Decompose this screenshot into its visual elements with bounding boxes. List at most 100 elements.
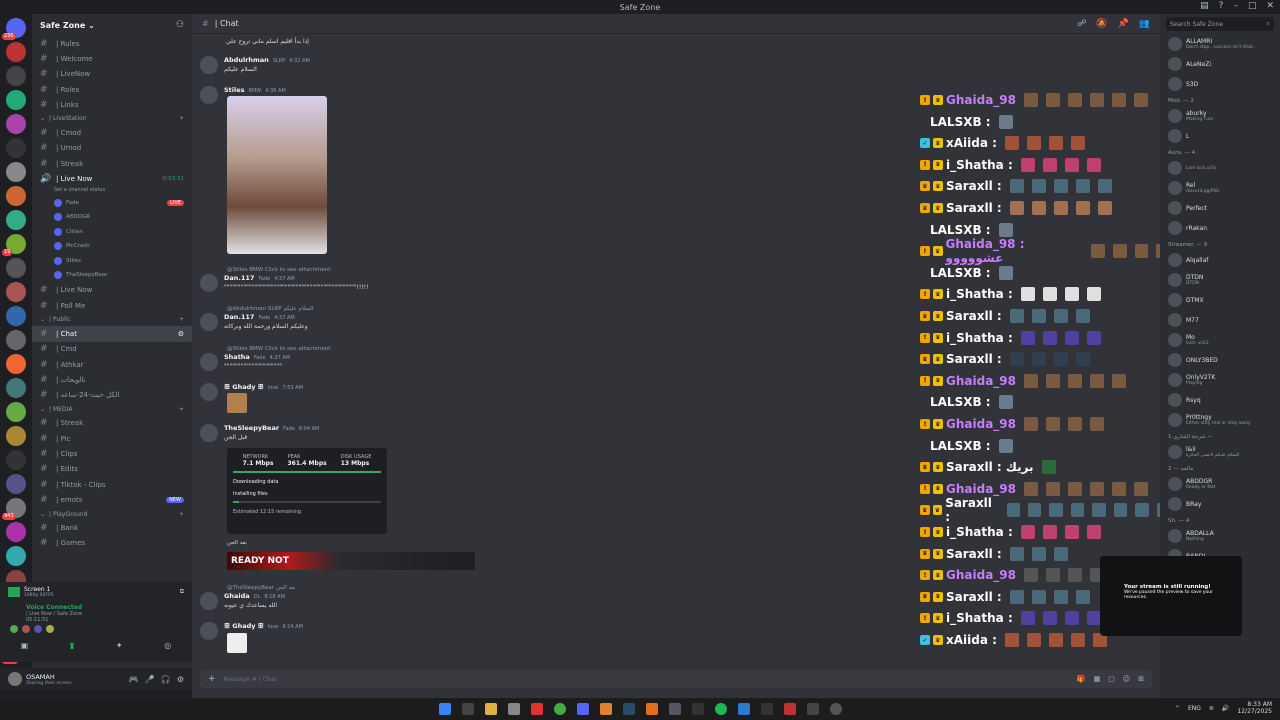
channel-status[interactable]: Set a channel status: [32, 187, 192, 196]
author-name[interactable]: Stiles: [224, 86, 245, 94]
server-icon[interactable]: [6, 378, 26, 398]
sticker-image[interactable]: [227, 393, 247, 413]
channel-item[interactable]: # | الكل حيث-24-ساعه: [32, 387, 192, 402]
member-item[interactable]: DTDN DTDN: [1160, 270, 1280, 290]
share-screen-icon[interactable]: ▮: [70, 641, 74, 650]
camera-icon[interactable]: ▣: [21, 641, 29, 650]
gif-icon[interactable]: ▦: [1094, 675, 1101, 683]
avatar[interactable]: [10, 625, 18, 633]
author-name[interactable]: TheSleepyBear: [224, 424, 279, 432]
language-indicator[interactable]: ENG: [1188, 705, 1201, 712]
members-icon[interactable]: 👥: [1139, 19, 1150, 29]
member-item[interactable]: Live kick.s/3s: [1160, 158, 1280, 178]
server-icon[interactable]: [6, 114, 26, 134]
minimize-icon[interactable]: –: [1233, 1, 1238, 11]
channel-item[interactable]: # | Welcome: [32, 51, 192, 66]
channel-item[interactable]: # | Roles: [32, 82, 192, 97]
reply-preview[interactable]: @Stiles BMW Click to see attachment: [227, 346, 330, 352]
download-card[interactable]: NETWORK 7.1 Mbps PEAK 361.4 Mbps DISK USAG…: [227, 448, 387, 534]
author-name[interactable]: ꕥ Ghady ꕥ: [224, 622, 264, 630]
message-input[interactable]: Message # | Chat: [224, 676, 277, 683]
close-icon[interactable]: ✕: [1266, 1, 1274, 11]
sticker-image[interactable]: [227, 633, 247, 653]
channel-item[interactable]: # | Athkar: [32, 357, 192, 372]
search-input[interactable]: Search Safe Zone ⌕: [1166, 17, 1274, 31]
message-composer[interactable]: + Message # | Chat 🎁 ▦ ▢ ☺ ⊞: [200, 670, 1152, 688]
member-item[interactable]: ABDALLA Nothing: [1160, 526, 1280, 546]
channel-item[interactable]: # | Rules: [32, 36, 192, 51]
server-icon[interactable]: [6, 474, 26, 494]
soundboard-icon[interactable]: ◎: [164, 641, 171, 650]
avatar[interactable]: [200, 313, 218, 331]
stream-paused-toast[interactable]: Your stream is still running! We've paus…: [1100, 556, 1242, 636]
channel-item[interactable]: # | Live Now: [32, 283, 192, 298]
server-icon[interactable]: [6, 210, 26, 230]
member-item[interactable]: ALLAMRI Don't stop.. success isn't that..…: [1160, 34, 1280, 54]
avatar[interactable]: [200, 592, 218, 610]
app-icon[interactable]: [737, 703, 750, 715]
server-icon[interactable]: [6, 522, 26, 542]
member-item[interactable]: S3D: [1160, 74, 1280, 94]
channel-item[interactable]: # | Links: [32, 97, 192, 112]
author-name[interactable]: Abdulrhman: [224, 56, 269, 64]
folder-icon[interactable]: [484, 703, 497, 715]
steam-icon[interactable]: [622, 703, 635, 715]
server-icon[interactable]: [6, 354, 26, 374]
server-icon[interactable]: [6, 546, 26, 566]
app-icon[interactable]: [668, 703, 681, 715]
member-item[interactable]: Pr0ttngy Either stay real or stay away: [1160, 410, 1280, 430]
server-icon[interactable]: [6, 258, 26, 278]
channel-item[interactable]: # | emots NEW: [32, 492, 192, 507]
server-icon[interactable]: [6, 90, 26, 110]
gift-icon[interactable]: 🎁: [1077, 675, 1086, 683]
start-icon[interactable]: [438, 703, 451, 715]
server-icon[interactable]: [6, 162, 26, 182]
add-user-icon[interactable]: ⚇: [176, 20, 184, 30]
apps-icon[interactable]: ⊞: [1138, 675, 1144, 683]
member-item[interactable]: Perfect: [1160, 198, 1280, 218]
add-attachment-icon[interactable]: +: [208, 674, 216, 684]
author-name[interactable]: Dan.117: [224, 274, 254, 282]
maximize-icon[interactable]: □: [1248, 1, 1257, 11]
member-item[interactable]: Rel discord.gg/MiU: [1160, 178, 1280, 198]
avatar[interactable]: [8, 672, 22, 686]
voice-user[interactable]: ABDDGR: [32, 210, 192, 225]
voice-channel-live-now[interactable]: 🔊 | Live Now 0:53:31: [32, 171, 192, 186]
category-livestation[interactable]: ⌄ | LiveStation +: [32, 112, 192, 125]
member-item[interactable]: ONLY3BED: [1160, 350, 1280, 370]
add-channel-icon[interactable]: +: [179, 316, 184, 323]
emoji-icon[interactable]: ☺: [1123, 675, 1130, 683]
avatar[interactable]: [200, 274, 218, 292]
popout-icon[interactable]: ⧉: [180, 588, 184, 596]
member-item[interactable]: aburky Making Fum: [1160, 106, 1280, 126]
voice-user[interactable]: Cliilan: [32, 225, 192, 240]
channel-item[interactable]: # | Streak: [32, 156, 192, 171]
reply-preview[interactable]: @Stiles BMW Click to see attachment: [227, 267, 330, 273]
spotify-icon[interactable]: [714, 703, 727, 715]
app-icon[interactable]: [829, 703, 842, 715]
app-icon[interactable]: [507, 703, 520, 715]
channel-item[interactable]: # | تالويحات: [32, 372, 192, 387]
voice-user[interactable]: Stiles: [32, 254, 192, 269]
channel-item[interactable]: # | Tiktok - Clips: [32, 477, 192, 492]
mute-icon[interactable]: 🔕: [1096, 19, 1107, 29]
channel-item[interactable]: # | Cmd: [32, 342, 192, 357]
server-icon[interactable]: [6, 138, 26, 158]
threads-icon[interactable]: ☍: [1077, 19, 1086, 29]
settings-icon[interactable]: ⚙: [178, 330, 184, 338]
server-icon[interactable]: 19: [2, 234, 26, 256]
sticker-icon[interactable]: ▢: [1108, 675, 1115, 683]
server-icon[interactable]: 236: [2, 18, 26, 40]
server-icon[interactable]: [6, 282, 26, 302]
member-item[interactable]: OnlyV2TK Playing: [1160, 370, 1280, 390]
channel-item[interactable]: # | Poll Me: [32, 298, 192, 313]
user-name[interactable]: OSAMAH: [26, 673, 72, 681]
avatar[interactable]: [200, 56, 218, 74]
avatar[interactable]: [200, 424, 218, 442]
embed-banner[interactable]: READY NOT: [227, 552, 475, 570]
app-icon[interactable]: [806, 703, 819, 715]
category-public[interactable]: ⌄ | Public +: [32, 313, 192, 326]
channel-item[interactable]: # | Umod: [32, 141, 192, 156]
member-item[interactable]: ABDDGR Ready or Not: [1160, 474, 1280, 494]
avatar[interactable]: [34, 625, 42, 633]
